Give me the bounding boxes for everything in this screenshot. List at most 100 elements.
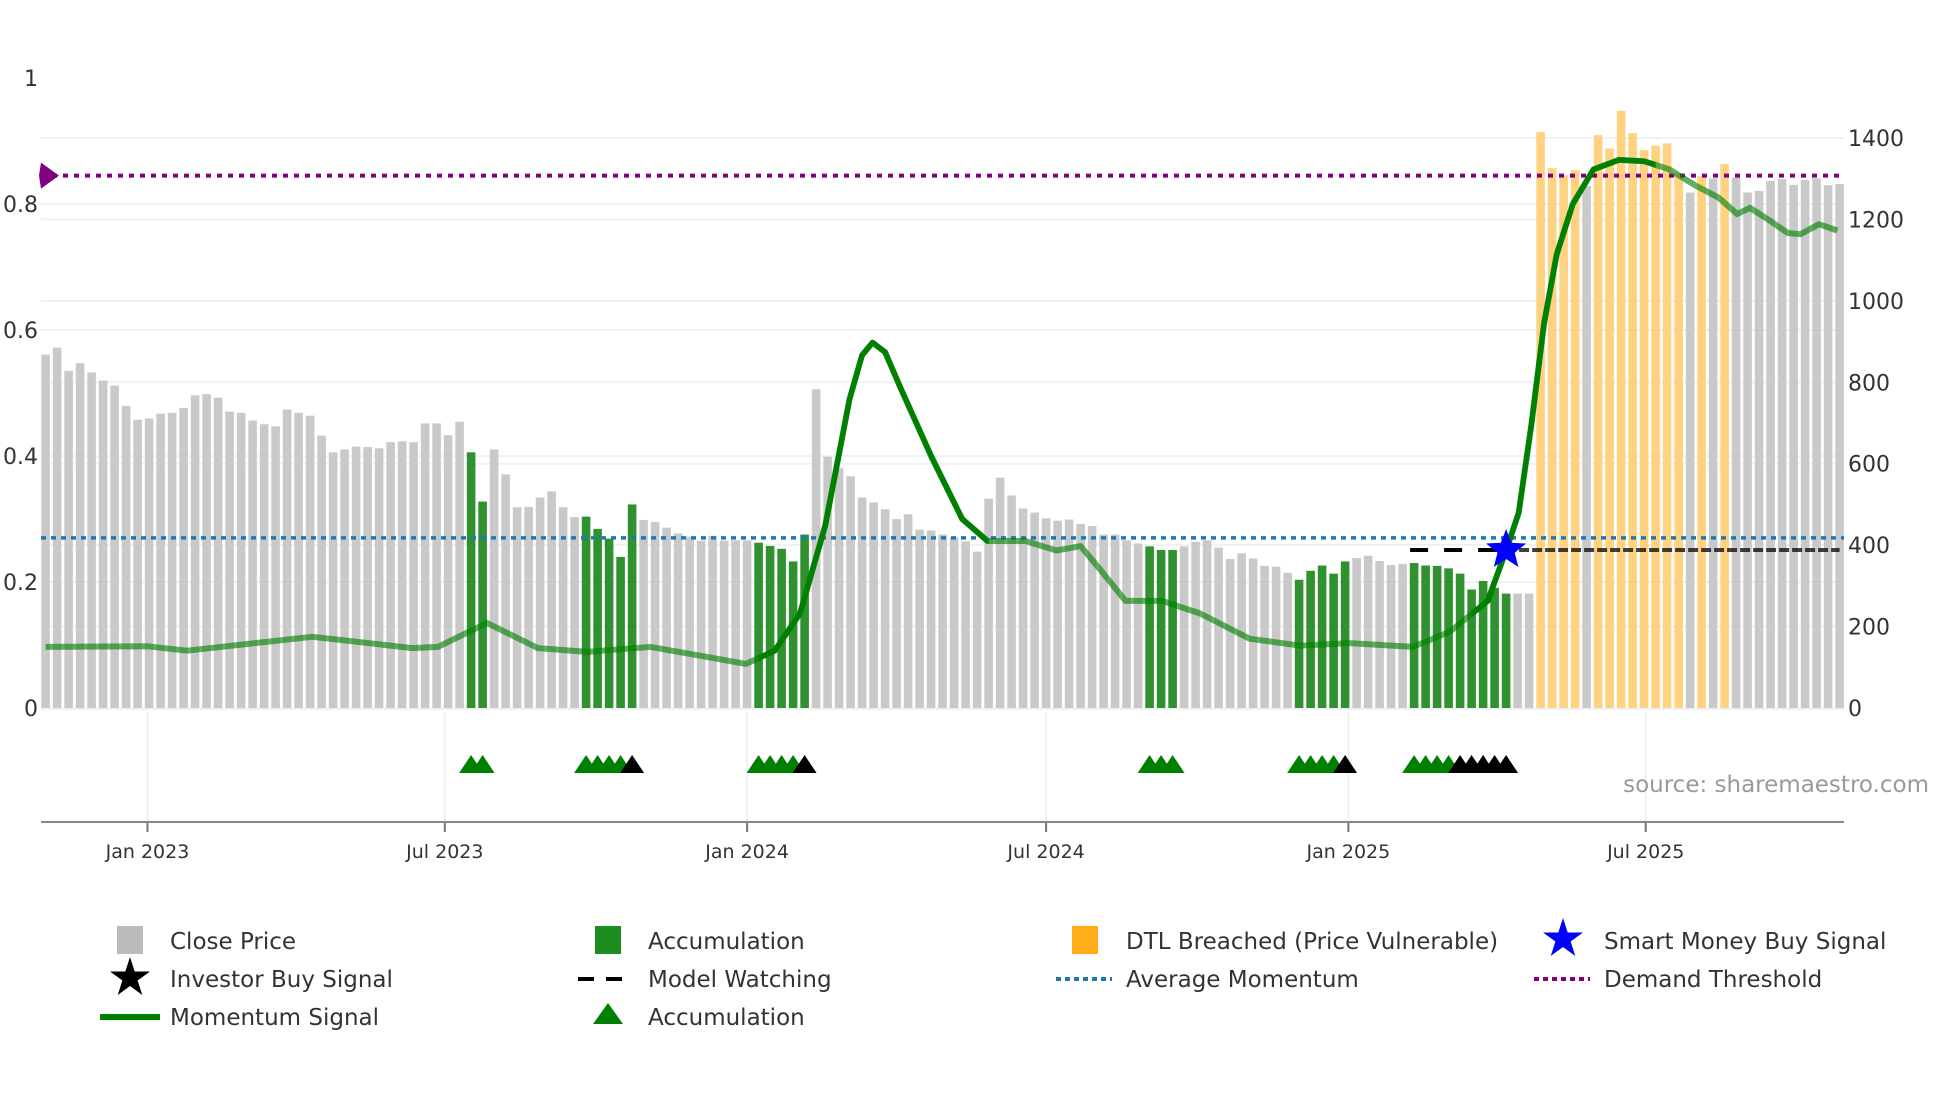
y-right-tick-label: 1000 bbox=[1848, 290, 1904, 315]
close-price-bar bbox=[903, 514, 913, 708]
close-price-bar bbox=[213, 397, 223, 708]
close-price-bar bbox=[420, 423, 430, 708]
accumulation-bar bbox=[800, 534, 809, 708]
close-price-bar bbox=[1363, 555, 1373, 708]
legend-item-average-momentum[interactable]: Average Momentum bbox=[1056, 967, 1359, 993]
accumulation-bar bbox=[1156, 550, 1166, 708]
close-price-bar bbox=[1283, 572, 1292, 708]
close-price-bar bbox=[1122, 540, 1131, 708]
close-price-bar bbox=[202, 394, 211, 708]
close-price-bar bbox=[317, 435, 326, 708]
close-price-bar bbox=[1099, 534, 1108, 708]
dtl-breached-bar bbox=[1639, 149, 1649, 709]
accumulation-bar bbox=[777, 548, 786, 708]
close-price-bar bbox=[719, 540, 729, 708]
close-price-bar bbox=[156, 413, 165, 708]
close-price-bar bbox=[41, 354, 50, 708]
accumulation-bar bbox=[1455, 573, 1465, 708]
legend-item-close-price[interactable]: Close Price bbox=[117, 926, 296, 955]
close-price-bar bbox=[972, 551, 982, 708]
close-price-bar bbox=[144, 418, 154, 708]
close-price-bar bbox=[248, 420, 257, 708]
close-price-bar bbox=[1708, 178, 1718, 709]
close-price-bar bbox=[305, 415, 315, 708]
accumulation-bar bbox=[1467, 589, 1476, 708]
source-label: source: sharemaestro.com bbox=[1623, 772, 1929, 798]
close-price-bar bbox=[1386, 565, 1396, 708]
dtl-breached-bar bbox=[1536, 131, 1545, 709]
legend-label: Momentum Signal bbox=[170, 1005, 379, 1031]
y-right-tick-label: 800 bbox=[1848, 371, 1890, 396]
legend-item-investor-buy[interactable]: Investor Buy Signal bbox=[110, 957, 393, 995]
legend-swatch-dtl bbox=[1072, 926, 1098, 954]
y-right-tick-label: 600 bbox=[1848, 453, 1890, 478]
y-left-tick-label: 1 bbox=[24, 67, 38, 92]
close-price-bar bbox=[650, 521, 660, 708]
close-price-bar bbox=[1398, 563, 1407, 708]
dtl-breached-bar bbox=[1720, 164, 1729, 709]
close-price-bar bbox=[834, 468, 844, 708]
legend-item-accumulation-marker[interactable]: Accumulation bbox=[593, 1003, 805, 1031]
y-left-tick-label: 0.8 bbox=[3, 193, 38, 218]
legend-label: Demand Threshold bbox=[1604, 967, 1822, 993]
close-price-bar bbox=[1685, 192, 1695, 709]
close-price-bar bbox=[1202, 540, 1212, 708]
close-price-bar bbox=[1179, 546, 1189, 708]
close-price-bar bbox=[443, 435, 453, 708]
close-price-bar bbox=[1375, 561, 1384, 708]
accumulation-bar bbox=[1306, 570, 1315, 708]
dtl-breached-bar bbox=[1697, 175, 1706, 709]
legend-item-momentum-signal[interactable]: Momentum Signal bbox=[100, 1005, 379, 1031]
close-price-bar bbox=[938, 534, 947, 708]
accumulation-bar bbox=[593, 528, 602, 708]
legend-item-demand-threshold[interactable]: Demand Threshold bbox=[1534, 967, 1822, 993]
dtl-breached-bar bbox=[1559, 175, 1568, 709]
dtl-breached-bar bbox=[1547, 168, 1557, 709]
dtl-breached-bar bbox=[1605, 148, 1614, 709]
accumulation-bar bbox=[1145, 546, 1154, 708]
legend-label: DTL Breached (Price Vulnerable) bbox=[1126, 929, 1498, 955]
accumulation-bar bbox=[1168, 550, 1177, 708]
accumulation-bar bbox=[616, 556, 625, 708]
close-price-bar bbox=[685, 536, 694, 708]
dtl-breached-bar bbox=[1674, 173, 1683, 708]
legend: Close Price Accumulation DTL Breached (P… bbox=[100, 918, 1886, 1031]
legend-item-smart-money[interactable]: Smart Money Buy Signal bbox=[1543, 918, 1886, 956]
close-price-bar bbox=[1248, 558, 1258, 708]
close-price-bar bbox=[409, 442, 418, 708]
close-price-bar bbox=[1754, 190, 1764, 708]
legend-item-accumulation-bar[interactable]: Accumulation bbox=[595, 926, 805, 955]
y-right-tick-label: 1400 bbox=[1848, 127, 1904, 152]
close-price-bar bbox=[1800, 179, 1810, 708]
x-tick-label: Jan 2025 bbox=[1306, 841, 1391, 863]
accumulation-bar bbox=[1340, 561, 1350, 708]
y-right-tick-label: 400 bbox=[1848, 534, 1890, 559]
legend-item-model-watching[interactable]: Model Watching bbox=[578, 967, 832, 993]
close-price-bar bbox=[121, 405, 131, 708]
legend-swatch-close bbox=[117, 926, 143, 954]
y-right-tick-label: 1200 bbox=[1848, 208, 1904, 233]
close-price-bar bbox=[673, 533, 683, 708]
close-price-bar bbox=[1777, 179, 1787, 708]
accumulation-bar bbox=[1409, 563, 1419, 708]
legend-label: Average Momentum bbox=[1126, 967, 1359, 993]
close-price-bar bbox=[386, 442, 395, 708]
black-star-icon bbox=[110, 957, 150, 995]
close-price-bar bbox=[110, 385, 119, 708]
legend-item-dtl[interactable]: DTL Breached (Price Vulnerable) bbox=[1072, 926, 1498, 955]
close-price-bar bbox=[271, 426, 280, 708]
close-price-bar bbox=[696, 540, 706, 708]
accumulation-bar bbox=[478, 501, 487, 708]
close-price-bar bbox=[1582, 186, 1591, 709]
accumulation-bar bbox=[754, 542, 763, 708]
close-price-bar bbox=[340, 449, 349, 708]
dtl-breached-bar bbox=[1570, 170, 1580, 708]
accumulation-bar bbox=[581, 516, 591, 708]
close-price-bar bbox=[1766, 180, 1775, 708]
close-price-bar bbox=[363, 447, 372, 708]
y-right-tick-label: 0 bbox=[1848, 697, 1862, 722]
accumulation-bar bbox=[466, 452, 476, 708]
close-price-bar bbox=[294, 412, 303, 708]
y-left-tick-label: 0.2 bbox=[3, 571, 38, 596]
legend-swatch-accumulation bbox=[595, 926, 621, 954]
